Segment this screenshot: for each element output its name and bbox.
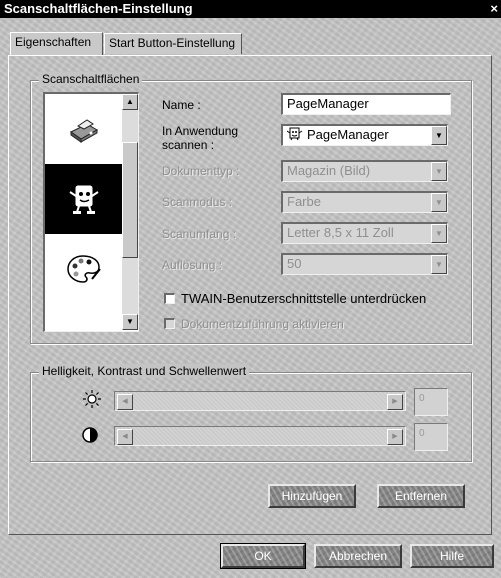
adjust-group-title: Helligkeit, Kontrast und Schwellenwert [39, 364, 250, 378]
application-select[interactable]: PageManager ▼ [281, 124, 448, 146]
sun-icon [83, 390, 101, 408]
paint-palette-icon [67, 255, 101, 283]
window-title: Scanschaltflächen-Einstellung [4, 1, 193, 16]
chevron-down-icon[interactable]: ▼ [431, 193, 447, 212]
name-input-value: PageManager [287, 96, 369, 111]
document-type-value: Magazin (Bild) [287, 163, 371, 178]
pagemanager-mascot-icon [69, 185, 99, 214]
title-bar: Scanschaltflächen-Einstellung × [0, 0, 501, 18]
twain-checkbox-label[interactable]: TWAIN-Benutzerschnittstelle unterdrücken [181, 292, 426, 306]
pagemanager-small-icon [286, 127, 303, 141]
adjust-group [30, 372, 472, 462]
list-scrollbar[interactable]: ▲ ▼ [122, 94, 138, 330]
contrast-slider[interactable]: ◀ ▶ [114, 426, 406, 446]
chevron-down-icon[interactable]: ▼ [431, 224, 447, 243]
scan-area-label: Scanumfang : [162, 227, 237, 241]
slider-left-arrow-icon[interactable]: ◀ [117, 429, 133, 445]
scan-area-value: Letter 8,5 x 11 Zoll [287, 225, 394, 240]
list-item[interactable] [45, 94, 123, 164]
contrast-icon [82, 427, 98, 443]
document-type-select[interactable]: Magazin (Bild) ▼ [281, 160, 448, 182]
contrast-value[interactable]: 0 [414, 423, 448, 451]
scroll-up-icon[interactable]: ▲ [122, 94, 138, 110]
feeder-checkbox-label: Dokumentzuführung aktivieren [181, 317, 344, 331]
scan-mode-value: Farbe [287, 194, 321, 209]
name-label: Name : [162, 98, 201, 112]
name-input[interactable]: PageManager [281, 93, 451, 115]
chevron-down-icon[interactable]: ▼ [431, 126, 447, 145]
application-select-value: PageManager [307, 127, 389, 142]
brightness-slider[interactable]: ◀ ▶ [114, 391, 406, 411]
help-button[interactable]: Hilfe [410, 544, 494, 568]
slider-right-arrow-icon[interactable]: ▶ [387, 429, 403, 445]
twain-checkbox[interactable] [164, 293, 175, 304]
cancel-button[interactable]: Abbrechen [314, 544, 402, 568]
chevron-down-icon[interactable]: ▼ [431, 162, 447, 181]
resolution-label: Auflösung : [162, 258, 223, 272]
scroll-down-icon[interactable]: ▼ [122, 314, 138, 330]
slider-left-arrow-icon[interactable]: ◀ [117, 394, 133, 410]
tab-label: Start Button-Einstellung [109, 36, 236, 50]
application-label-line2: scannen : [162, 138, 215, 152]
add-button[interactable]: Hinzufügen [268, 484, 356, 508]
printer-scanner-icon [70, 119, 98, 143]
scan-buttons-group-title: Scanschaltflächen [39, 72, 143, 86]
ok-button[interactable]: OK [220, 543, 306, 569]
slider-right-arrow-icon[interactable]: ▶ [387, 394, 403, 410]
brightness-value[interactable]: 0 [414, 388, 448, 416]
scroll-thumb[interactable] [122, 142, 138, 258]
document-type-label: Dokumenttyp : [162, 164, 240, 178]
scan-mode-select[interactable]: Farbe ▼ [281, 191, 448, 213]
tab-eigenschaften[interactable]: Eigenschaften [10, 32, 103, 55]
tab-label: Eigenschaften [15, 35, 92, 49]
scan-mode-label: Scanmodus : [162, 195, 233, 209]
application-label-line1: In Anwendung [162, 124, 239, 138]
tab-start-button-einstellung[interactable]: Start Button-Einstellung [104, 33, 242, 54]
resolution-value: 50 [287, 256, 302, 271]
scan-area-select[interactable]: Letter 8,5 x 11 Zoll ▼ [281, 222, 448, 244]
resolution-select[interactable]: 50 ▼ [281, 253, 448, 275]
scan-button-list[interactable]: ▲ ▼ [43, 92, 139, 332]
remove-button[interactable]: Entfernen [377, 484, 465, 508]
chevron-down-icon[interactable]: ▼ [431, 255, 447, 274]
list-item[interactable] [45, 234, 123, 304]
feeder-checkbox[interactable] [164, 318, 175, 329]
close-icon[interactable]: × [490, 0, 498, 18]
list-item-selected[interactable] [45, 164, 123, 234]
